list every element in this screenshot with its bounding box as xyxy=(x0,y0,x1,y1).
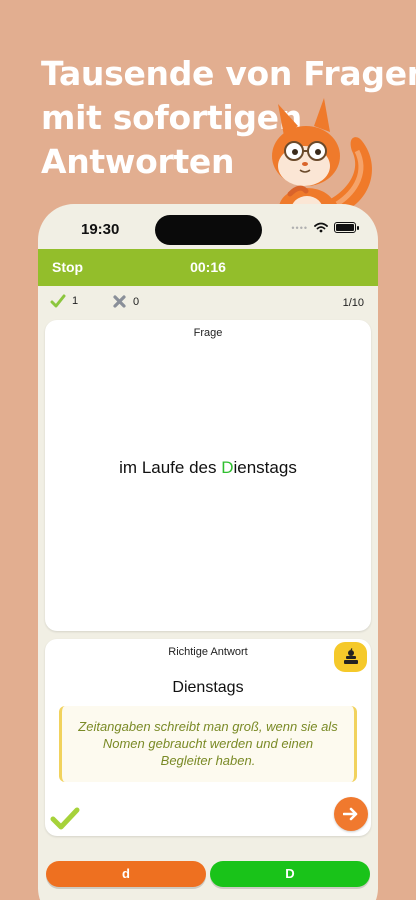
status-time: 19:30 xyxy=(81,221,120,238)
correct-count: 1 xyxy=(72,295,79,307)
wrong-score: 0 xyxy=(112,294,139,309)
next-button[interactable] xyxy=(334,797,368,831)
question-label: Frage xyxy=(193,327,223,339)
question-text-before: im Laufe des xyxy=(119,458,222,477)
wifi-icon xyxy=(314,222,328,233)
explanation-box: Zeitangaben schreibt man groß, wenn sie … xyxy=(59,706,357,782)
arrow-right-icon xyxy=(343,807,358,821)
wrong-count: 0 xyxy=(133,295,140,308)
status-bar: 19:30 •••• xyxy=(38,204,378,252)
book-stack-icon xyxy=(343,648,358,664)
checkmark-icon xyxy=(50,294,66,308)
book-button[interactable] xyxy=(334,642,367,672)
cross-icon xyxy=(113,295,126,308)
headline-line-1: Tausende von Fragen xyxy=(41,54,416,93)
phone-frame: 19:30 •••• Stop 00:16 1 0 1/10 Frage im … xyxy=(38,204,378,900)
question-progress: 1/10 xyxy=(342,297,364,309)
answer-checkmark-icon xyxy=(50,807,80,830)
signal-dots-icon: •••• xyxy=(291,222,308,233)
status-icons: •••• xyxy=(291,222,359,233)
answer-card: Richtige Antwort Dienstags Zeitangaben s… xyxy=(45,639,371,836)
battery-icon xyxy=(334,222,359,233)
answer-label: Richtige Antwort xyxy=(168,646,248,658)
question-highlight-letter: D xyxy=(221,458,234,477)
correct-score: 1 xyxy=(50,294,78,308)
question-text-after: ienstags xyxy=(233,458,297,477)
correct-answer: Dienstags xyxy=(172,679,244,696)
question-card: Frage im Laufe des Dienstags xyxy=(45,320,371,631)
dynamic-island xyxy=(155,215,262,245)
question-text: im Laufe des Dienstags xyxy=(45,458,371,478)
score-bar: 1 0 1/10 xyxy=(38,294,378,314)
quiz-top-bar: Stop 00:16 xyxy=(38,249,378,286)
quiz-timer: 00:16 xyxy=(190,259,226,275)
choice-uppercase-button[interactable]: D xyxy=(210,861,370,887)
choice-lowercase-button[interactable]: d xyxy=(46,861,206,887)
